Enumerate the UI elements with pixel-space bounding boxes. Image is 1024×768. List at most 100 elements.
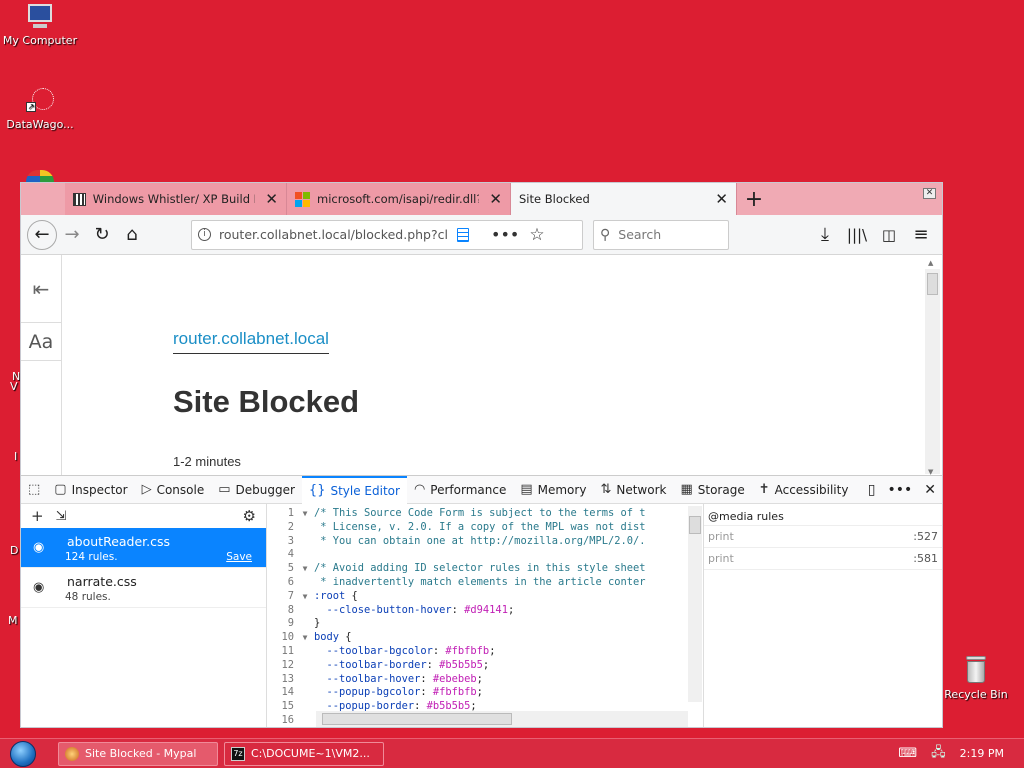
code-lines[interactable]: 1 ▼/* This Source Code Form is subject to… xyxy=(268,504,702,727)
fold-marker-icon[interactable]: ▼ xyxy=(296,507,314,521)
editor-horizontal-scrollbar[interactable] xyxy=(316,711,688,727)
devtools-panel: ⬚ ▢ Inspector ▷ Console ▭ Debugger {} Style … xyxy=(21,475,942,727)
menu-icon[interactable]: ≡ xyxy=(906,220,936,250)
code-line[interactable]: 9} xyxy=(268,617,702,631)
tab-network[interactable]: ⇅ Network xyxy=(593,476,673,504)
stylesheet-item-aboutreader[interactable]: ◉ aboutReader.css 124 rules. Save xyxy=(21,528,266,568)
code-line[interactable]: 12 --toolbar-border: #b5b5b5; xyxy=(268,659,702,673)
taskbar-item-label: C:\DOCUME~1\VM2... xyxy=(251,747,370,760)
code-line[interactable]: 8 --close-button-hover: #d94141; xyxy=(268,604,702,618)
keyboard-icon[interactable]: ⌨ xyxy=(898,746,917,761)
sidebar-icon[interactable]: ◫ xyxy=(874,220,904,250)
tab-memory[interactable]: ▤ Memory xyxy=(513,476,593,504)
tab-windows-whistler[interactable]: Windows Whistler/ XP Build List ✕ xyxy=(65,183,287,215)
code-line[interactable]: 14 --popup-bgcolor: #fbfbfb; xyxy=(268,686,702,700)
tab-performance[interactable]: ◠ Performance xyxy=(407,476,513,504)
tab-style-editor[interactable]: {} Style Editor xyxy=(301,475,407,504)
media-rule-line[interactable]: :527 xyxy=(913,530,938,543)
close-tab-icon[interactable]: ✕ xyxy=(705,190,728,208)
code-line[interactable]: 5 ▼/* Avoid adding ID selector rules in t… xyxy=(268,562,702,576)
code-line[interactable]: 4 xyxy=(268,548,702,562)
home-button[interactable]: ⌂ xyxy=(117,220,147,250)
code-text: /* Avoid adding ID selector rules in thi… xyxy=(314,562,646,575)
window-close-icon[interactable]: ✕ xyxy=(923,188,936,199)
clock[interactable]: 2:19 PM xyxy=(960,747,1004,760)
reload-button[interactable]: ↻ xyxy=(87,220,117,250)
close-tab-icon[interactable]: ✕ xyxy=(479,190,502,208)
fold-marker-icon[interactable]: ▼ xyxy=(296,590,314,604)
fold-marker-icon xyxy=(296,673,314,687)
gear-icon[interactable]: ⚙ xyxy=(243,507,256,525)
network-tray-icon[interactable]: 🖧 xyxy=(931,743,946,765)
element-picker-button[interactable]: ⬚ xyxy=(21,476,47,504)
tab-storage[interactable]: ▦ Storage xyxy=(673,476,751,504)
fold-marker-icon[interactable]: ▼ xyxy=(296,562,314,576)
save-button[interactable]: Save xyxy=(226,551,252,563)
new-stylesheet-icon[interactable]: + xyxy=(31,507,44,525)
code-line[interactable]: 3 * You can obtain one at http://mozilla… xyxy=(268,535,702,549)
eye-icon[interactable]: ◉ xyxy=(33,580,44,595)
type-controls-button[interactable]: Aa xyxy=(21,323,61,361)
tab-label: Debugger xyxy=(235,482,295,497)
performance-icon: ◠ xyxy=(413,482,426,497)
desktop-icon-datawago[interactable]: ↗ DataWago... xyxy=(0,86,80,131)
tab-inspector[interactable]: ▢ Inspector xyxy=(47,476,134,504)
tab-console[interactable]: ▷ Console xyxy=(135,476,212,504)
scroll-up-icon[interactable]: ▲ xyxy=(928,259,933,267)
desktop-icon-my-computer[interactable]: My Computer xyxy=(0,4,80,47)
fold-marker-icon xyxy=(296,645,314,659)
reading-time: 1-2 minutes xyxy=(173,454,241,469)
code-line[interactable]: 13 --toolbar-hover: #ebebeb; xyxy=(268,673,702,687)
more-options-icon[interactable]: ••• xyxy=(887,482,912,498)
media-rule-row[interactable]: print :581 xyxy=(704,548,942,570)
editor-vertical-scrollbar[interactable] xyxy=(688,506,702,702)
media-rule-row[interactable]: print :527 xyxy=(704,526,942,548)
tab-accessibility[interactable]: ✝ Accessibility xyxy=(752,476,856,504)
fold-marker-icon xyxy=(296,714,314,727)
url-text: router.collabnet.local/blocked.php?clien xyxy=(219,227,447,242)
tab-site-blocked[interactable]: Site Blocked ✕ xyxy=(511,183,737,215)
bookmark-star-icon[interactable]: ☆ xyxy=(529,225,544,245)
tab-debugger[interactable]: ▭ Debugger xyxy=(211,476,302,504)
line-number: 7 xyxy=(287,589,294,602)
library-icon[interactable]: |||\ xyxy=(842,220,872,250)
desktop-icon-recycle-bin[interactable]: Recycle Bin xyxy=(936,656,1016,701)
reader-view-icon[interactable] xyxy=(457,227,469,242)
article-domain-link[interactable]: router.collabnet.local xyxy=(173,329,329,354)
search-input[interactable]: ⚲ Search xyxy=(593,219,729,250)
forward-button[interactable]: → xyxy=(57,220,87,250)
media-rule-line[interactable]: :581 xyxy=(913,552,938,565)
tab-microsoft-redir[interactable]: microsoft.com/isapi/redir.dll?pr ✕ xyxy=(287,183,511,215)
scrollbar-thumb[interactable] xyxy=(689,516,701,534)
info-icon[interactable]: i xyxy=(198,228,211,241)
scrollbar-thumb[interactable] xyxy=(927,273,938,295)
page-actions-icon[interactable]: ••• xyxy=(491,225,519,244)
datawago-icon: ↗ xyxy=(26,86,54,114)
code-line[interactable]: 6 * inadvertently match elements in the … xyxy=(268,576,702,590)
start-button[interactable] xyxy=(0,739,46,768)
css-code-editor[interactable]: 1 ▼/* This Source Code Form is subject to… xyxy=(268,504,702,727)
new-tab-button[interactable]: + xyxy=(737,183,771,215)
close-devtools-icon[interactable]: ✕ xyxy=(924,482,936,498)
code-line[interactable]: 2 * License, v. 2.0. If a copy of the MP… xyxy=(268,521,702,535)
stylesheet-item-narrate[interactable]: ◉ narrate.css 48 rules. xyxy=(21,568,266,608)
close-tab-icon[interactable]: ✕ xyxy=(255,190,278,208)
eye-icon[interactable]: ◉ xyxy=(33,540,44,555)
url-bar[interactable]: i router.collabnet.local/blocked.php?cli… xyxy=(191,219,583,250)
scroll-down-icon[interactable]: ▼ xyxy=(928,468,933,475)
devtools-tabs: ⬚ ▢ Inspector ▷ Console ▭ Debugger {} Style … xyxy=(21,475,942,504)
import-stylesheet-icon[interactable]: ⇲ xyxy=(56,509,67,524)
scrollbar-thumb[interactable] xyxy=(322,713,512,725)
code-line[interactable]: 7 ▼:root { xyxy=(268,590,702,604)
responsive-design-icon[interactable]: ▯ xyxy=(868,482,876,498)
code-line[interactable]: 11 --toolbar-bgcolor: #fbfbfb; xyxy=(268,645,702,659)
download-icon[interactable]: ⤓ xyxy=(810,220,840,250)
taskbar-item-browser[interactable]: Site Blocked - Mypal xyxy=(58,741,218,766)
fold-marker-icon[interactable]: ▼ xyxy=(296,631,314,645)
code-line[interactable]: 1 ▼/* This Source Code Form is subject to… xyxy=(268,507,702,521)
code-line[interactable]: 10 ▼ body { xyxy=(268,631,702,645)
page-scrollbar[interactable]: ▲ ▼ xyxy=(925,259,940,475)
close-reader-button[interactable]: ⇤ xyxy=(21,255,61,323)
taskbar-item-console[interactable]: 7z C:\DOCUME~1\VM2... xyxy=(224,741,384,766)
back-button[interactable]: ← xyxy=(27,219,57,250)
